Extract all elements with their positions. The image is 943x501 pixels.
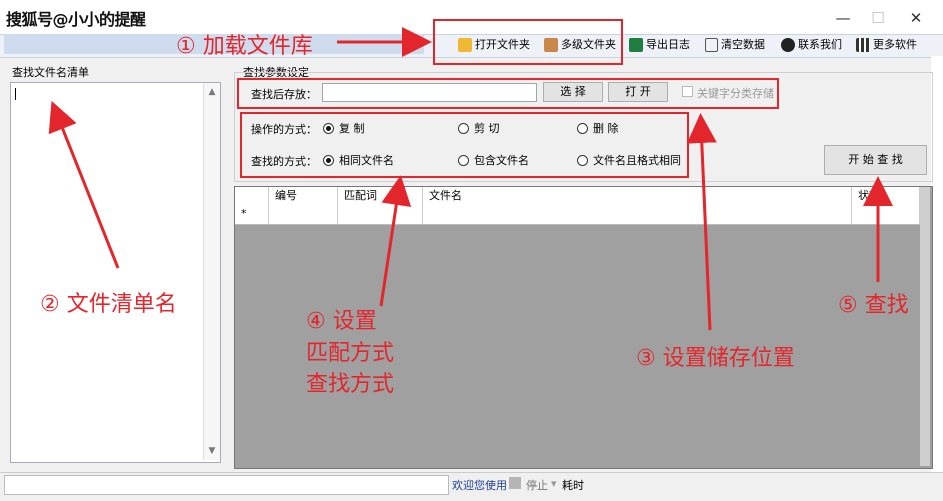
annotation-4-line3: 查找方式 <box>306 372 395 397</box>
annotation-2: ② 文件清单名 <box>40 292 177 317</box>
arrow-to-save <box>686 113 717 331</box>
annotation-1: ① 加载文件库 <box>176 34 313 59</box>
annotation-4-line2: 匹配方式 <box>306 341 395 366</box>
annotation-3: ③ 设置储存位置 <box>636 346 795 371</box>
arrow-to-file-list <box>48 100 120 269</box>
arrow-to-modes <box>379 175 412 307</box>
annotation-5: ⑤ 查找 <box>838 293 909 318</box>
annotation-arrows <box>48 27 893 331</box>
annotation-4-line1: ④ 设置 <box>306 309 377 334</box>
